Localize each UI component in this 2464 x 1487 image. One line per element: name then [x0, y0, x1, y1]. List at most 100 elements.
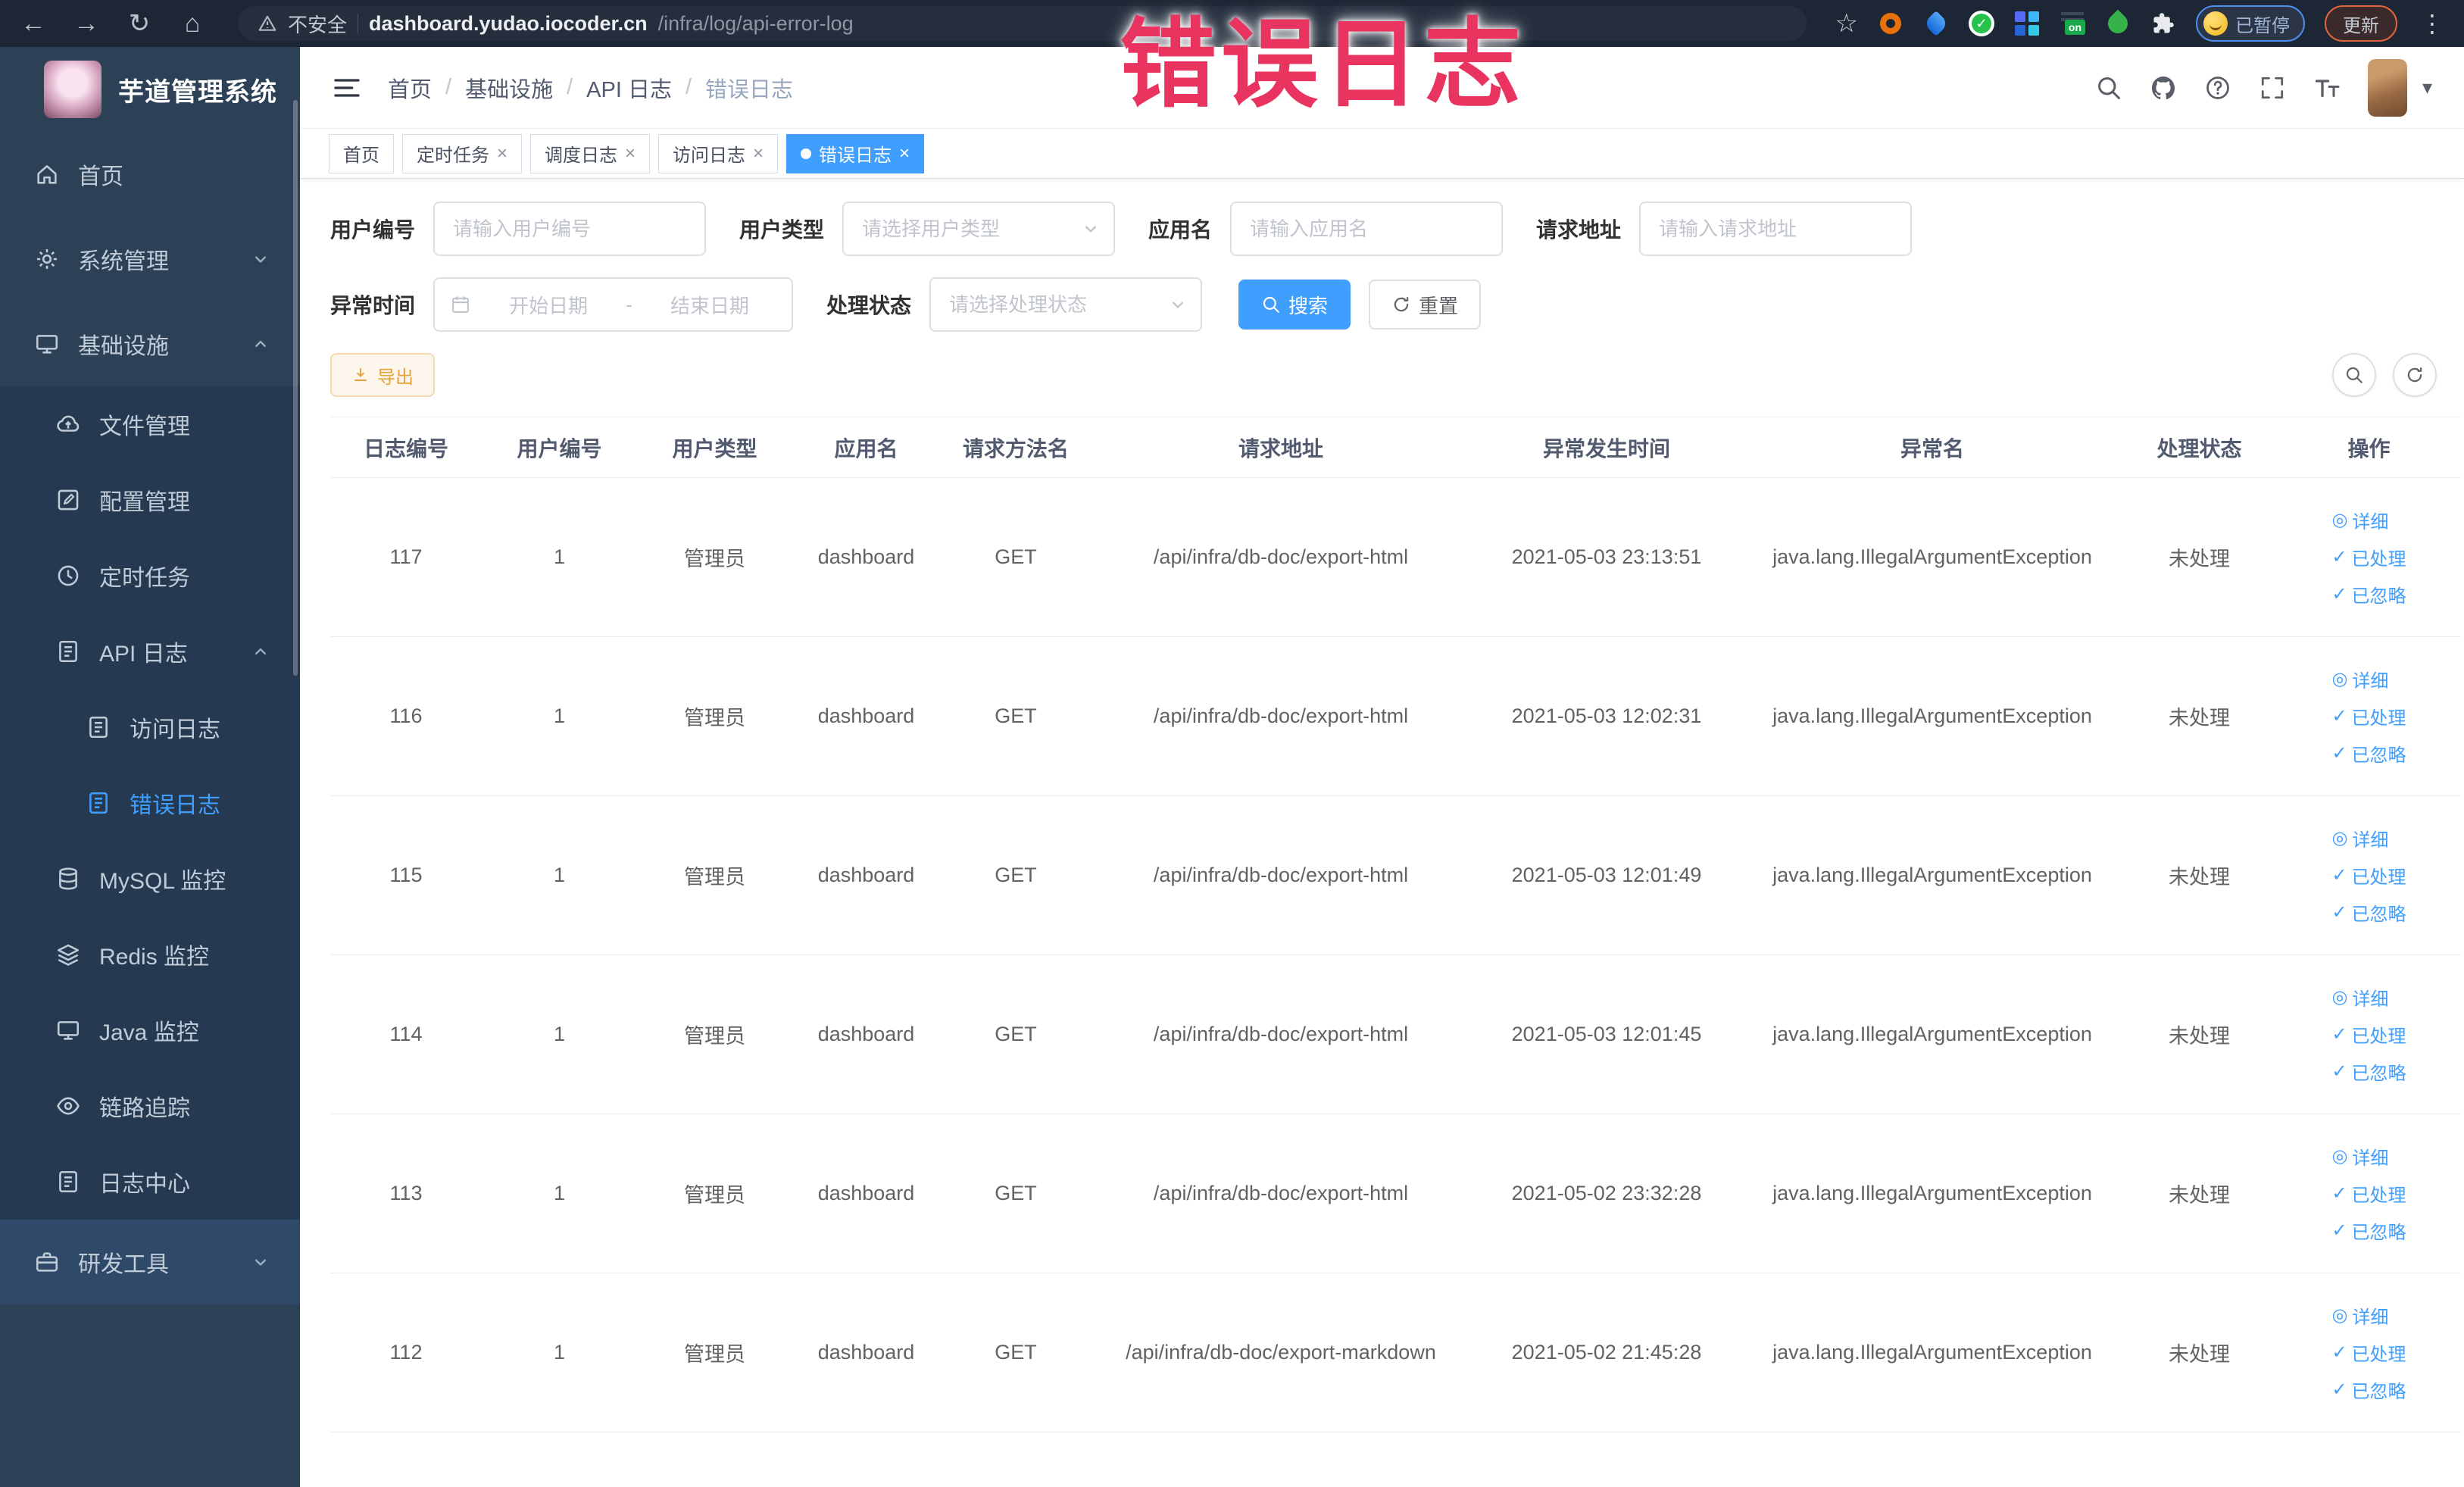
tab-schedule-log[interactable]: 调度日志 ×	[530, 133, 651, 173]
refresh-table-button[interactable]	[2393, 353, 2437, 397]
breadcrumb-item[interactable]: 首页	[388, 72, 432, 104]
home-icon	[34, 161, 60, 187]
mark-ignored-link[interactable]: ✓ 已忽略	[2331, 740, 2406, 767]
mark-processed-link[interactable]: ✓ 已处理	[2331, 1339, 2406, 1366]
extension-icon-green-check[interactable]: ✓	[1969, 11, 1994, 36]
sidebar-item-scheduled-tasks[interactable]: 定时任务	[0, 538, 300, 614]
sidebar-item-api-log[interactable]: API 日志	[0, 614, 300, 689]
sidebar-item-file-management[interactable]: 文件管理	[0, 386, 300, 462]
mark-ignored-link[interactable]: ✓ 已忽略	[2331, 1217, 2406, 1244]
extension-icon-blue-shield[interactable]	[1923, 11, 1949, 36]
browser-forward-button[interactable]: →	[70, 9, 103, 39]
request-url-input[interactable]	[1639, 201, 1913, 256]
user-id-input[interactable]	[433, 201, 707, 256]
sidebar-item-config-management[interactable]: 配置管理	[0, 462, 300, 538]
bookmark-star-icon[interactable]: ☆	[1835, 8, 1858, 39]
tab-error-log[interactable]: 错误日志 ×	[786, 133, 925, 173]
date-separator: -	[626, 292, 632, 316]
reset-button[interactable]: 重置	[1369, 280, 1482, 330]
sidebar-collapse-icon[interactable]	[332, 73, 362, 103]
sidebar-item-infrastructure[interactable]: 基础设施	[0, 301, 300, 386]
chevron-up-icon	[250, 641, 271, 662]
detail-link[interactable]: ◎ 详细	[2331, 507, 2388, 533]
breadcrumb-separator: /	[567, 75, 573, 99]
detail-link[interactable]: ◎ 详细	[2331, 984, 2388, 1011]
breadcrumb-item[interactable]: API 日志	[586, 72, 672, 104]
sidebar-item-system-management[interactable]: 系统管理	[0, 217, 300, 301]
breadcrumb-item[interactable]: 基础设施	[465, 72, 553, 104]
detail-link[interactable]: ◎ 详细	[2331, 1302, 2388, 1329]
address-bar[interactable]: 不安全 dashboard.yudao.iocoder.cn/infra/log…	[238, 6, 1807, 41]
search-button[interactable]: 搜索	[1238, 280, 1351, 330]
mark-processed-link[interactable]: ✓ 已处理	[2331, 703, 2406, 729]
app-logo-row[interactable]: 芋道管理系统	[0, 47, 300, 132]
mark-ignored-link[interactable]: ✓ 已忽略	[2331, 1376, 2406, 1403]
browser-profile-badge[interactable]: 已暂停	[2196, 5, 2305, 42]
sidebar-scrollbar[interactable]	[293, 100, 298, 676]
eye-icon: ◎	[2331, 828, 2348, 848]
browser-menu-icon[interactable]: ⋮	[2417, 9, 2447, 38]
profile-emoji-avatar	[2203, 11, 2228, 36]
extension-icon-grid[interactable]	[2014, 11, 2040, 36]
check-icon: ✓	[2331, 1024, 2347, 1045]
search-icon[interactable]	[2095, 74, 2122, 102]
detail-link[interactable]: ◎ 详细	[2331, 666, 2388, 692]
mark-ignored-link[interactable]: ✓ 已忽略	[2331, 1058, 2406, 1085]
tab-scheduled-tasks[interactable]: 定时任务 ×	[402, 133, 523, 173]
mark-ignored-link[interactable]: ✓ 已忽略	[2331, 899, 2406, 926]
close-icon[interactable]: ×	[753, 144, 764, 163]
mark-processed-link[interactable]: ✓ 已处理	[2331, 1021, 2406, 1048]
check-icon: ✓	[2331, 902, 2347, 923]
tab-access-log[interactable]: 访问日志 ×	[658, 133, 779, 173]
sidebar-item-tracing[interactable]: 链路追踪	[0, 1068, 300, 1144]
app-logo	[44, 61, 101, 118]
database-icon	[55, 866, 81, 892]
extension-icon-leaf[interactable]	[2103, 9, 2132, 38]
error-log-table: 日志编号 用户编号 用户类型 应用名 请求方法名 请求地址 异常发生时间 异常名…	[330, 417, 2461, 1432]
exception-time-range-picker[interactable]: 开始日期 - 结束日期	[433, 277, 794, 332]
table-row: 115 1 管理员 dashboard GET /api/infra/db-do…	[330, 796, 2461, 955]
browser-reload-button[interactable]: ↻	[123, 8, 156, 39]
sidebar-item-redis-monitor[interactable]: Redis 监控	[0, 917, 300, 992]
extension-icon-orange[interactable]	[1878, 11, 1903, 36]
sidebar-item-mysql-monitor[interactable]: MySQL 监控	[0, 841, 300, 917]
extension-icon-on-badge[interactable]: on	[2060, 12, 2085, 35]
mark-processed-link[interactable]: ✓ 已处理	[2331, 544, 2406, 570]
mark-processed-link[interactable]: ✓ 已处理	[2331, 862, 2406, 889]
browser-home-button[interactable]: ⌂	[176, 9, 209, 39]
avatar-caret-icon[interactable]: ▾	[2422, 76, 2432, 99]
toggle-search-button[interactable]	[2332, 353, 2376, 397]
tab-home[interactable]: 首页	[329, 133, 394, 173]
extensions-puzzle-icon[interactable]	[2150, 11, 2176, 36]
close-icon[interactable]: ×	[899, 144, 910, 163]
sidebar-item-dev-tools[interactable]: 研发工具	[0, 1220, 300, 1304]
user-avatar[interactable]	[2367, 58, 2407, 117]
github-icon[interactable]	[2150, 74, 2177, 102]
sidebar-item-log-center[interactable]: 日志中心	[0, 1144, 300, 1220]
browser-update-button[interactable]: 更新	[2325, 5, 2397, 42]
check-icon: ✓	[2331, 1061, 2347, 1082]
mark-ignored-link[interactable]: ✓ 已忽略	[2331, 581, 2406, 608]
sidebar-item-access-log[interactable]: 访问日志	[0, 689, 300, 765]
filter-row-1: 用户编号 用户类型 应用名 请求地址	[330, 201, 2449, 256]
chevron-down-icon	[250, 248, 271, 270]
fullscreen-icon[interactable]	[2259, 74, 2286, 102]
sidebar-item-error-log[interactable]: 错误日志	[0, 765, 300, 841]
monitor-icon	[34, 331, 60, 357]
check-icon: ✓	[2331, 1379, 2347, 1400]
app-name-input[interactable]	[1230, 201, 1504, 256]
sidebar-item-java-monitor[interactable]: Java 监控	[0, 992, 300, 1068]
sidebar-item-home[interactable]: 首页	[0, 132, 300, 217]
detail-link[interactable]: ◎ 详细	[2331, 1143, 2388, 1170]
eye-icon: ◎	[2331, 510, 2348, 530]
mark-processed-link[interactable]: ✓ 已处理	[2331, 1180, 2406, 1207]
font-size-icon[interactable]	[2313, 74, 2341, 102]
browser-back-button[interactable]: ←	[17, 9, 50, 39]
detail-link[interactable]: ◎ 详细	[2331, 825, 2388, 851]
process-status-select[interactable]	[929, 277, 1203, 332]
user-type-select[interactable]	[842, 201, 1116, 256]
export-button[interactable]: 导出	[330, 353, 435, 397]
help-icon[interactable]	[2204, 74, 2231, 102]
close-icon[interactable]: ×	[625, 144, 636, 163]
close-icon[interactable]: ×	[497, 144, 507, 163]
